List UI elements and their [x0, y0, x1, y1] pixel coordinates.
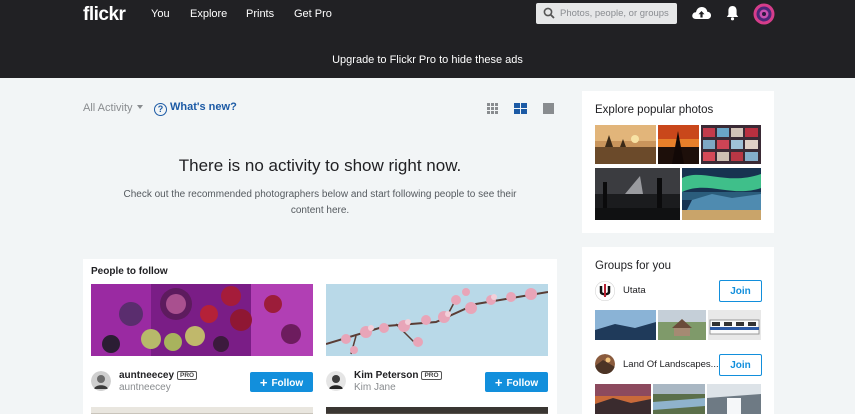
- groups-title: Groups for you: [595, 260, 672, 272]
- groups-card: Groups for you Utata Join Land Of Landsc…: [582, 247, 774, 414]
- explore-popular-card: Explore popular photos: [582, 91, 774, 233]
- person-name-label: auntneecey: [119, 370, 175, 381]
- nav-link-explore[interactable]: Explore: [190, 8, 227, 20]
- single-view-icon[interactable]: [543, 103, 554, 114]
- person-name-label: Kim Peterson: [354, 370, 419, 381]
- group-thumbnail[interactable]: [658, 310, 706, 340]
- person-photo-kim-peterson[interactable]: [326, 284, 548, 356]
- person-name[interactable]: Kim Peterson PRO: [354, 370, 442, 381]
- person-photo-next[interactable]: [326, 407, 548, 414]
- search-icon: [543, 7, 555, 19]
- bell-icon[interactable]: [726, 5, 739, 21]
- person-photo-next[interactable]: [91, 407, 313, 414]
- empty-state-text: Check out the recommended photographers …: [123, 189, 517, 216]
- group-name[interactable]: Utata: [623, 285, 646, 296]
- card-view-icon[interactable]: [514, 103, 527, 114]
- group-icon-land-of-landscapes[interactable]: [595, 354, 615, 374]
- join-button[interactable]: Join: [719, 280, 762, 302]
- user-avatar[interactable]: [753, 3, 775, 25]
- group-thumbnail[interactable]: [707, 384, 761, 414]
- group-icon-utata[interactable]: [595, 281, 615, 301]
- top-navigation: flickr You Explore Prints Get Pro: [0, 0, 855, 31]
- avatar[interactable]: [91, 371, 111, 391]
- ad-banner[interactable]: Upgrade to Flickr Pro to hide these ads: [0, 31, 855, 78]
- people-to-follow-title: People to follow: [91, 266, 168, 277]
- pro-badge: PRO: [177, 371, 198, 380]
- person-username: auntneecey: [119, 382, 171, 393]
- explore-title[interactable]: Explore popular photos: [595, 104, 713, 116]
- activity-filter-dropdown[interactable]: All Activity: [83, 102, 143, 114]
- group-thumbnail[interactable]: [595, 384, 651, 414]
- explore-thumbnail[interactable]: [682, 168, 761, 220]
- nav-link-prints[interactable]: Prints: [246, 8, 274, 20]
- follow-button[interactable]: + Follow: [250, 372, 313, 392]
- person-photo-auntneecey[interactable]: [91, 284, 313, 356]
- search-box: [536, 3, 677, 24]
- question-icon: ?: [154, 103, 167, 116]
- explore-thumbnail[interactable]: [701, 125, 761, 164]
- search-input[interactable]: [560, 6, 672, 21]
- explore-thumbnail[interactable]: [595, 125, 656, 164]
- avatar[interactable]: [326, 371, 346, 391]
- pro-badge: PRO: [421, 371, 442, 380]
- join-button[interactable]: Join: [719, 354, 762, 376]
- whats-new-link[interactable]: ? What's new?: [154, 101, 237, 116]
- nav-link-you[interactable]: You: [151, 8, 170, 20]
- follow-label: Follow: [506, 377, 539, 389]
- follow-label: Follow: [271, 377, 304, 389]
- flickr-logo[interactable]: flickr: [83, 4, 126, 26]
- grid-view-icon[interactable]: [487, 103, 498, 114]
- nav-link-get-pro[interactable]: Get Pro: [294, 8, 332, 20]
- group-thumbnail[interactable]: [708, 310, 761, 340]
- group-thumbnail[interactable]: [595, 310, 656, 340]
- explore-thumbnail[interactable]: [658, 125, 699, 164]
- people-to-follow-card: People to follow auntneecey PRO auntneec…: [83, 259, 557, 414]
- group-name[interactable]: Land Of Landscapes...: [623, 359, 719, 370]
- person-username: Kim Jane: [354, 382, 396, 393]
- activity-filter-label: All Activity: [83, 102, 133, 114]
- upload-cloud-icon[interactable]: [691, 5, 712, 21]
- explore-thumbnail[interactable]: [595, 168, 680, 220]
- group-thumbnail[interactable]: [653, 384, 705, 414]
- ad-banner-text[interactable]: Upgrade to Flickr Pro to hide these ads: [0, 54, 855, 66]
- plus-icon: +: [259, 374, 268, 390]
- follow-button[interactable]: + Follow: [485, 372, 548, 392]
- plus-icon: +: [494, 374, 503, 390]
- caret-down-icon: [136, 105, 143, 109]
- whats-new-label: What's new?: [170, 101, 237, 113]
- empty-state-title: There is no activity to show right now.: [178, 156, 462, 175]
- person-name[interactable]: auntneecey PRO: [119, 370, 198, 381]
